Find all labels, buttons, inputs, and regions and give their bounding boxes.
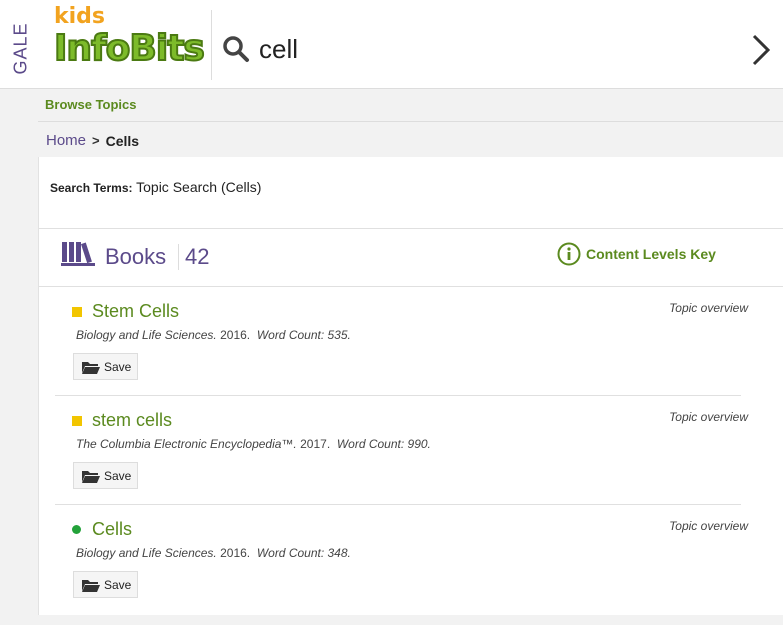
search-terms-label: Search Terms: [50,181,133,195]
content-level-square-icon [72,306,82,317]
result-word-count: Word Count: 348. [256,546,351,560]
result-title-link[interactable]: stem cells [92,410,172,431]
result-meta: Biology and Life Sciences. 2016. Word Co… [76,546,351,560]
logo-kids-text: kids [54,4,106,29]
gale-logo: GALE [9,22,33,78]
save-label: Save [104,468,132,483]
divider [39,228,783,229]
save-button[interactable]: Save [73,571,139,598]
search-terms-value: Topic Search (Cells) [136,179,262,195]
result-type: Topic overview [669,301,748,315]
browse-topics-link[interactable]: Browse Topics [45,97,137,112]
result-year: 2016. [220,546,251,560]
result-word-count: Word Count: 535. [256,328,351,342]
result-item: Stem Cells Topic overview Biology and Li… [56,301,748,407]
result-meta: Biology and Life Sciences. 2016. Word Co… [76,328,351,342]
section-count: 42 [178,244,209,270]
result-title-link[interactable]: Cells [92,519,132,540]
content-levels-key-button[interactable]: Content Levels Key [557,242,716,266]
result-type: Topic overview [669,519,748,533]
result-source: Biology and Life Sciences. [76,328,217,342]
divider [39,286,783,287]
result-title-row: Cells [72,519,132,540]
gale-logo-text: GALE [10,22,31,75]
chevron-right-icon: > [92,133,100,148]
folder-icon [82,579,100,592]
result-type: Topic overview [669,410,748,424]
save-button[interactable]: Save [73,462,139,489]
result-year: 2017. [300,437,331,451]
search-terms: Search Terms: Topic Search (Cells) [50,179,261,195]
folder-icon [82,470,100,483]
kids-infobits-logo[interactable]: kids InfoBits [40,4,208,84]
content-level-square-icon [72,415,82,426]
result-title-link[interactable]: Stem Cells [92,301,179,322]
top-bar: GALE kids InfoBits [0,0,783,89]
result-source: Biology and Life Sciences. [76,546,217,560]
section-title: Books [105,244,167,269]
result-source: The Columbia Electronic Encyclopedia™. [76,437,297,451]
breadcrumb-current: Cells [105,132,140,149]
browse-bar: Browse Topics [38,89,783,122]
books-icon [61,242,95,266]
divider [55,504,741,505]
divider [55,395,741,396]
breadcrumb-home[interactable]: Home [46,132,86,149]
save-button[interactable]: Save [73,353,139,380]
result-item: stem cells Topic overview The Columbia E… [56,410,748,516]
logo-infobits-text: InfoBits [53,27,206,70]
save-label: Save [104,577,132,592]
result-meta: The Columbia Electronic Encyclopedia™. 2… [76,437,431,451]
info-icon [557,242,581,266]
result-title-row: Stem Cells [72,301,179,322]
content-levels-key-label: Content Levels Key [586,246,716,262]
search-icon[interactable] [222,35,250,63]
result-item: Cells Topic overview Biology and Life Sc… [56,519,748,625]
result-title-row: stem cells [72,410,172,431]
folder-icon [82,361,100,374]
search-input[interactable] [257,28,691,70]
header-divider [211,10,212,80]
results-panel: Search Terms: Topic Search (Cells) Books… [38,157,783,615]
content-level-circle-icon [72,525,81,534]
save-label: Save [104,359,132,374]
result-year: 2016. [220,328,251,342]
breadcrumb: Home > Cells [46,132,139,149]
chevron-right-icon[interactable] [746,30,776,70]
result-word-count: Word Count: 990. [336,437,431,451]
